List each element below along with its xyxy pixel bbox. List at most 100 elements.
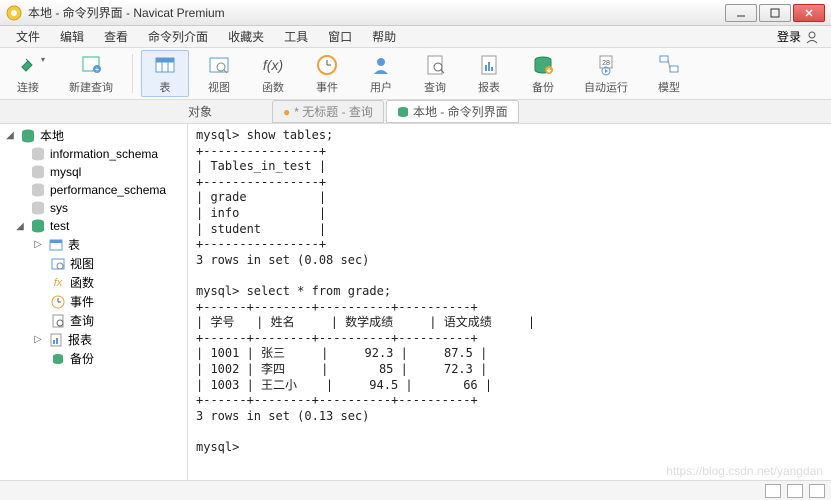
node-label: 查询: [70, 312, 94, 329]
connect-button[interactable]: ▾ 连接: [4, 50, 52, 97]
menu-file[interactable]: 文件: [6, 26, 50, 47]
db-node[interactable]: information_schema: [0, 145, 187, 163]
statusbar-box-1[interactable]: [765, 484, 781, 498]
console-output[interactable]: mysql> show tables; +----------------+ |…: [188, 124, 831, 480]
tab-strip: ● * 无标题 - 查询 本地 - 命令列界面: [272, 100, 823, 123]
title-bar: 本地 - 命令列界面 - Navicat Premium: [0, 0, 831, 26]
tab-query[interactable]: ● * 无标题 - 查询: [272, 100, 384, 123]
close-button[interactable]: [793, 4, 825, 22]
node-label: 视图: [70, 255, 94, 272]
menu-bar: 文件 编辑 查看 命令列介面 收藏夹 工具 窗口 帮助 登录: [0, 26, 831, 48]
table-label: 表: [160, 79, 171, 95]
query-label: 查询: [424, 79, 446, 95]
tab-cli[interactable]: 本地 - 命令列界面: [386, 100, 519, 123]
event-label: 事件: [316, 79, 338, 95]
new-query-button[interactable]: + 新建查询: [58, 50, 124, 97]
functions-node[interactable]: fx函数: [0, 273, 187, 292]
statusbar-box-3[interactable]: [809, 484, 825, 498]
connection-node[interactable]: ◢ 本地: [0, 126, 187, 145]
query-icon: [50, 313, 66, 329]
login-button[interactable]: 登录: [771, 26, 825, 47]
db-label: sys: [50, 201, 68, 215]
statusbar-box-2[interactable]: [787, 484, 803, 498]
collapse-icon[interactable]: ◢: [4, 130, 16, 141]
backups-node[interactable]: 备份: [0, 349, 187, 368]
menu-cli[interactable]: 命令列介面: [138, 26, 218, 47]
query-button[interactable]: 查询: [411, 50, 459, 97]
db-node[interactable]: sys: [0, 199, 187, 217]
chevron-down-icon: ▾: [41, 55, 45, 64]
dot-icon: ●: [283, 105, 290, 119]
queries-node[interactable]: 查询: [0, 311, 187, 330]
login-label: 登录: [777, 28, 801, 45]
db-label: test: [50, 219, 69, 233]
schema-icon: [30, 146, 46, 162]
schema-icon: [30, 182, 46, 198]
svg-text:+: +: [95, 65, 100, 74]
tab-label: * 无标题 - 查询: [294, 103, 373, 120]
db-icon: [397, 106, 409, 118]
minimize-button[interactable]: [725, 4, 757, 22]
status-bar: [0, 480, 831, 500]
view-label: 视图: [208, 79, 230, 95]
model-label: 模型: [658, 79, 680, 95]
view-icon: [207, 53, 231, 77]
backup-button[interactable]: 备份: [519, 50, 567, 97]
node-label: 事件: [70, 293, 94, 310]
svg-text:f(x): f(x): [263, 57, 283, 73]
user-button[interactable]: 用户: [357, 50, 405, 97]
maximize-button[interactable]: [759, 4, 791, 22]
backup-icon: [50, 351, 66, 367]
menu-view[interactable]: 查看: [94, 26, 138, 47]
model-button[interactable]: 模型: [645, 50, 693, 97]
menu-window[interactable]: 窗口: [318, 26, 362, 47]
db-node[interactable]: performance_schema: [0, 181, 187, 199]
clock-icon: [50, 294, 66, 310]
events-node[interactable]: 事件: [0, 292, 187, 311]
views-node[interactable]: 视图: [0, 254, 187, 273]
window-title: 本地 - 命令列界面 - Navicat Premium: [28, 4, 725, 21]
info-bar: 对象 ● * 无标题 - 查询 本地 - 命令列界面: [0, 100, 831, 124]
db-label: mysql: [50, 165, 81, 179]
plug-icon: [16, 53, 40, 77]
new-query-icon: +: [79, 53, 103, 77]
menu-tools[interactable]: 工具: [274, 26, 318, 47]
reports-node[interactable]: ▷ 报表: [0, 330, 187, 349]
db-conn-icon: [20, 128, 36, 144]
node-label: 报表: [68, 331, 92, 348]
function-label: 函数: [262, 79, 284, 95]
tables-node[interactable]: ▷表: [0, 235, 187, 254]
function-icon: f(x): [261, 53, 285, 77]
menu-edit[interactable]: 编辑: [50, 26, 94, 47]
expand-icon[interactable]: ▷: [32, 334, 44, 345]
automation-label: 自动运行: [584, 79, 628, 95]
toolbar-separator: [132, 54, 133, 93]
table-button[interactable]: 表: [141, 50, 189, 97]
menu-help[interactable]: 帮助: [362, 26, 406, 47]
db-node[interactable]: mysql: [0, 163, 187, 181]
backup-icon: [531, 53, 555, 77]
schema-icon: [30, 218, 46, 234]
toolbar: ▾ 连接 + 新建查询 表 视图 f(x) 函数 事件 用户 查询 报表 备份 …: [0, 48, 831, 100]
node-label: 函数: [70, 274, 94, 291]
event-button[interactable]: 事件: [303, 50, 351, 97]
menu-favorites[interactable]: 收藏夹: [218, 26, 274, 47]
connect-label: 连接: [17, 79, 39, 95]
user-icon: [369, 53, 393, 77]
automation-icon: 28: [594, 53, 618, 77]
sidebar[interactable]: ◢ 本地 information_schema mysql performanc…: [0, 124, 188, 480]
automation-button[interactable]: 28 自动运行: [573, 50, 639, 97]
expand-icon[interactable]: ▷: [32, 239, 44, 250]
collapse-icon[interactable]: ◢: [14, 221, 26, 232]
view-button[interactable]: 视图: [195, 50, 243, 97]
backup-label: 备份: [532, 79, 554, 95]
report-label: 报表: [478, 79, 500, 95]
db-node-test[interactable]: ◢ test: [0, 217, 187, 235]
db-label: information_schema: [50, 147, 158, 161]
schema-icon: [30, 200, 46, 216]
view-icon: [50, 256, 66, 272]
node-label: 表: [68, 236, 80, 253]
report-button[interactable]: 报表: [465, 50, 513, 97]
object-label: 对象: [188, 103, 212, 120]
function-button[interactable]: f(x) 函数: [249, 50, 297, 97]
